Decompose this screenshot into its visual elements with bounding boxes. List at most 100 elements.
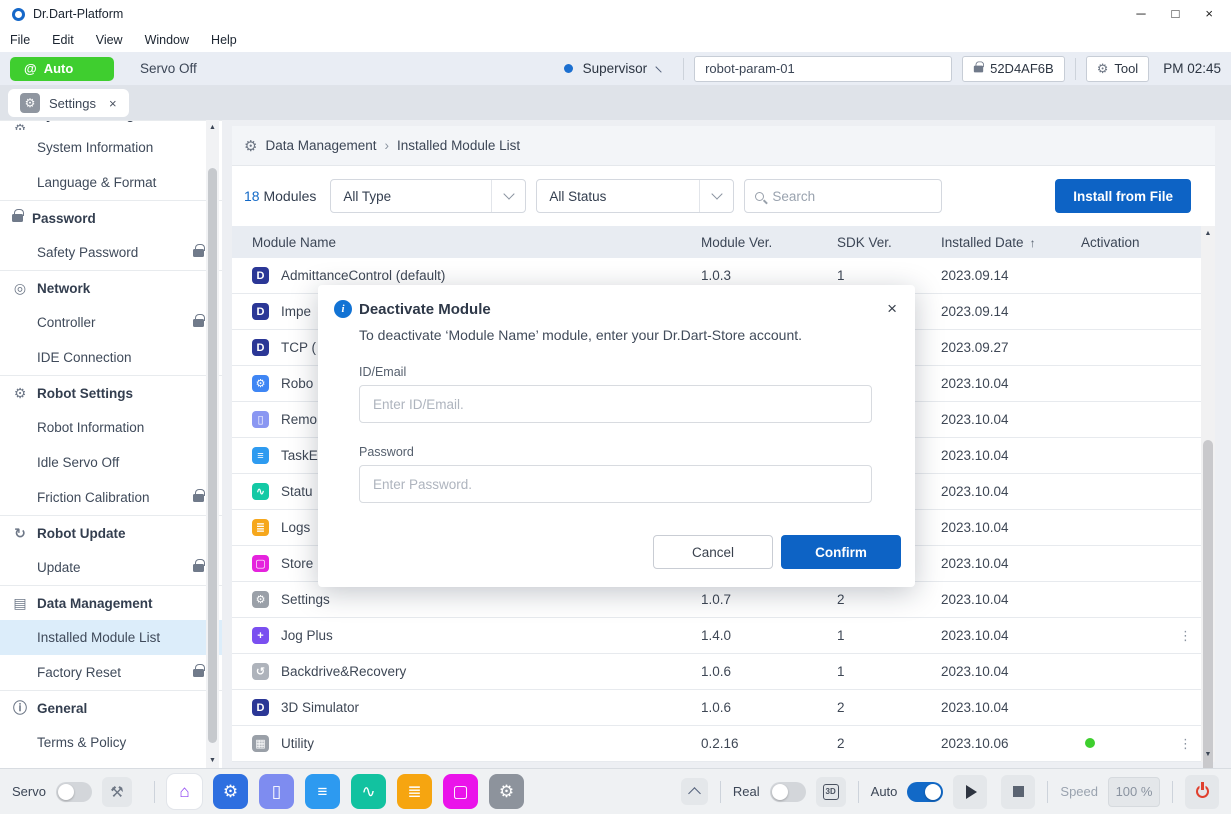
table-scrollbar[interactable]: ▲ ▼	[1201, 226, 1215, 762]
task-app-icon[interactable]: ≡	[305, 774, 340, 809]
sidebar-item[interactable]: ⚙ Robot Settings	[0, 375, 222, 410]
3d-view-button[interactable]: 3D	[816, 777, 846, 807]
bottom-dock: Servo ⚒ ⌂ ⚙ ▯ ≡ ∿ ≣ ▢ ⚙ Real 3D Auto Spe…	[0, 768, 1231, 814]
breadcrumb: ⚙ Data Management › Installed Module Lis…	[232, 126, 1215, 166]
user-role-label[interactable]: Supervisor	[583, 61, 648, 76]
sidebar-item-label: Password	[32, 211, 96, 226]
servo-toggle[interactable]	[56, 782, 92, 802]
sidebar-item[interactable]: Friction Calibration	[0, 480, 222, 515]
dart-module-icon: D	[252, 339, 269, 356]
settings-app-icon[interactable]: ⚙	[489, 774, 524, 809]
type-filter-select[interactable]: All Type	[330, 179, 526, 213]
tab-close-icon[interactable]: ×	[109, 96, 117, 111]
scroll-down-icon[interactable]: ▼	[1201, 751, 1215, 758]
module-name: AdmittanceControl (default)	[281, 268, 445, 283]
speed-value[interactable]: 100 %	[1108, 777, 1160, 807]
kebab-menu-icon[interactable]: ⋮	[1179, 628, 1192, 643]
home-app-icon[interactable]: ⌂	[167, 774, 202, 809]
sidebar-item[interactable]: Language & Format	[0, 165, 222, 200]
logs-module-icon: ≣	[252, 519, 269, 536]
dialog-close-icon[interactable]: ×	[885, 299, 899, 319]
store-module-icon: ▢	[252, 555, 269, 572]
col-installed-date[interactable]: Installed Date↑	[941, 235, 1081, 250]
utility-module-icon: ▦	[252, 735, 269, 752]
module-version: 1.0.3	[701, 268, 837, 283]
tool-wrench-button[interactable]: ⚒	[102, 777, 132, 807]
stop-button[interactable]	[1001, 775, 1035, 809]
table-row[interactable]: D 3D Simulator 1.0.6 2 2023.10.04	[232, 690, 1215, 726]
sidebar-item-label: Update	[37, 560, 81, 575]
cancel-button[interactable]: Cancel	[653, 535, 773, 569]
id-email-input[interactable]	[360, 397, 871, 412]
auto-toggle[interactable]	[907, 782, 943, 802]
module-name: Utility	[281, 736, 314, 751]
tool-button[interactable]: ⚙ Tool	[1086, 56, 1150, 82]
robot-id-badge[interactable]: 52D4AF6B	[962, 56, 1065, 82]
sidebar-item[interactable]: Controller	[0, 305, 222, 340]
remote-app-icon[interactable]: ▯	[259, 774, 294, 809]
robot-arm-icon: ⚙	[12, 385, 28, 402]
password-input[interactable]	[360, 477, 871, 492]
chevron-down-icon[interactable]	[655, 61, 666, 72]
status-filter-select[interactable]: All Status	[536, 179, 734, 213]
sidebar-item[interactable]: Update	[0, 550, 222, 585]
scroll-down-icon[interactable]: ▼	[206, 757, 219, 764]
dart-module-icon: D	[252, 303, 269, 320]
log-app-icon[interactable]: ≣	[397, 774, 432, 809]
sidebar-item[interactable]: ↻ Robot Update	[0, 515, 222, 550]
search-input[interactable]	[772, 189, 912, 204]
sidebar-item[interactable]: ▤ Data Management	[0, 585, 222, 620]
sidebar-item[interactable]: IDE Connection	[0, 340, 222, 375]
sidebar-item[interactable]: Installed Module List	[0, 620, 222, 655]
scroll-up-icon[interactable]: ▲	[1201, 230, 1215, 237]
menu-window[interactable]: Window	[145, 33, 189, 47]
sidebar-item[interactable]: ⚙ System Settings	[0, 120, 222, 130]
robot-param-input[interactable]	[694, 56, 952, 82]
table-row[interactable]: + Jog Plus 1.4.0 1 2023.10.04 ⋮	[232, 618, 1215, 654]
status-toolbar: @ Auto Servo Off Supervisor 52D4AF6B ⚙ T…	[0, 52, 1231, 86]
install-from-file-button[interactable]: Install from File	[1055, 179, 1191, 213]
table-row[interactable]: ▦ Utility 0.2.16 2 2023.10.06 ⋮	[232, 726, 1215, 762]
search-box[interactable]	[744, 179, 942, 213]
installed-date: 2023.09.14	[941, 268, 1081, 283]
minimize-button[interactable]: ─	[1136, 0, 1145, 28]
sidebar-item[interactable]: Safety Password	[0, 235, 222, 270]
sidebar-item[interactable]: System Information	[0, 130, 222, 165]
sidebar-item[interactable]: Factory Reset	[0, 655, 222, 690]
mode-badge[interactable]: @ Auto	[10, 57, 114, 81]
scroll-up-icon[interactable]: ▲	[206, 124, 219, 131]
tab-settings[interactable]: ⚙ Settings ×	[8, 89, 129, 117]
sidebar-item[interactable]: Idle Servo Off	[0, 445, 222, 480]
confirm-button[interactable]: Confirm	[781, 535, 901, 569]
play-button[interactable]	[953, 775, 987, 809]
menu-edit[interactable]: Edit	[52, 33, 74, 47]
sidebar-scrollbar[interactable]: ▲ ▼	[206, 120, 219, 768]
kebab-menu-icon[interactable]: ⋮	[1179, 736, 1192, 751]
task-module-icon: ≡	[252, 447, 269, 464]
sidebar-item-label: Safety Password	[37, 245, 138, 260]
table-row[interactable]: ↺ Backdrive&Recovery 1.0.6 1 2023.10.04	[232, 654, 1215, 690]
installed-date: 2023.10.06	[941, 736, 1081, 751]
menu-file[interactable]: File	[10, 33, 30, 47]
sidebar-item[interactable]: Password	[0, 200, 222, 235]
monitoring-app-icon[interactable]: ∿	[351, 774, 386, 809]
breadcrumb-section[interactable]: Data Management	[265, 138, 376, 153]
scrollbar-thumb[interactable]	[208, 168, 217, 743]
sidebar-item[interactable]: Terms & Policy	[0, 725, 222, 760]
close-button[interactable]: ×	[1205, 0, 1213, 28]
table-row[interactable]: ⚙ Settings 1.0.7 2 2023.10.04	[232, 582, 1215, 618]
auto-toggle-label: Auto	[871, 784, 898, 799]
store-app-icon[interactable]: ▢	[443, 774, 478, 809]
sidebar-item[interactable]: Robot Information	[0, 410, 222, 445]
menu-view[interactable]: View	[96, 33, 123, 47]
maximize-button[interactable]: □	[1172, 0, 1180, 28]
dock-collapse-button[interactable]	[681, 778, 708, 805]
sidebar-item[interactable]: ⓘ General	[0, 690, 222, 725]
power-button[interactable]	[1185, 775, 1219, 809]
sidebar-item[interactable]: ◎ Network	[0, 270, 222, 305]
module-name: Statu	[281, 484, 313, 499]
robot-app-icon[interactable]: ⚙	[213, 774, 248, 809]
real-toggle[interactable]	[770, 782, 806, 802]
menu-help[interactable]: Help	[211, 33, 237, 47]
col-module-name: Module Name	[232, 235, 701, 250]
